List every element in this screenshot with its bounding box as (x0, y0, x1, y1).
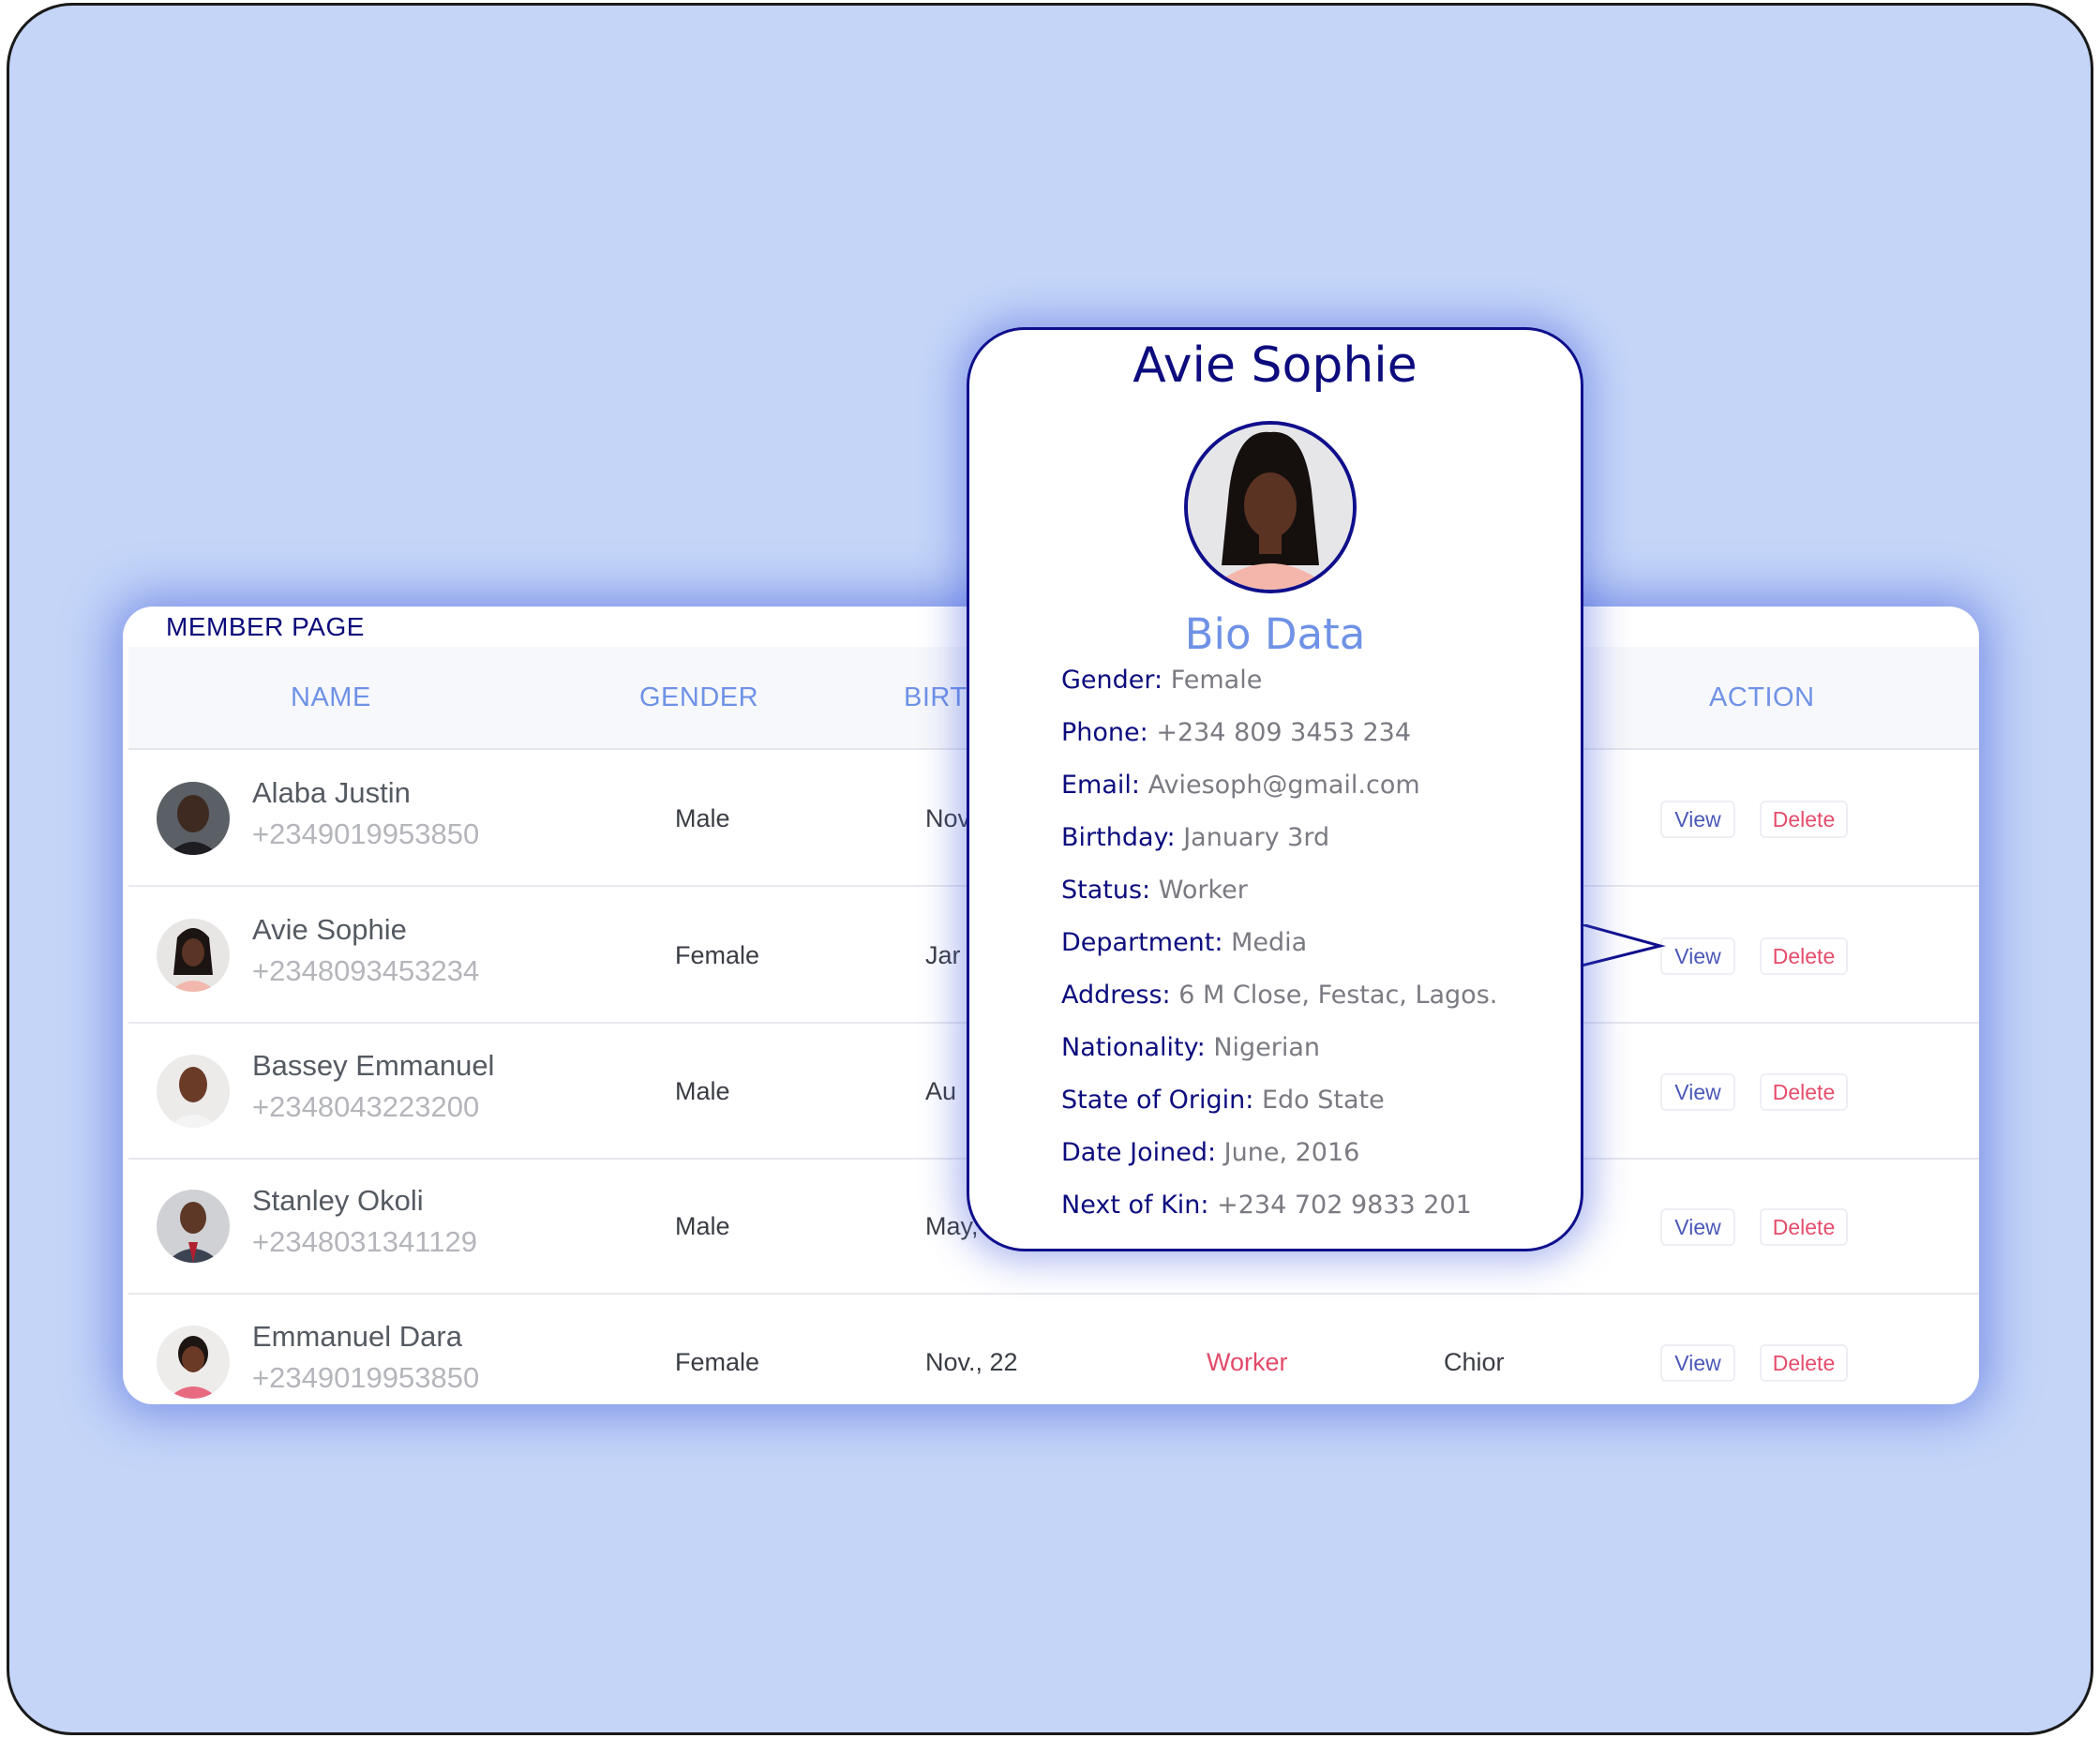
field-label: Nationality: (1061, 1033, 1206, 1062)
profile-photo (1184, 421, 1357, 593)
field-label: Department: (1061, 928, 1223, 957)
field-value: Aviesoph@gmail.com (1148, 771, 1420, 800)
bio-field-phone: Phone: +234 809 3453 234 (1061, 718, 1411, 747)
field-value: Media (1231, 928, 1308, 957)
member-status: Worker (1207, 1348, 1288, 1376)
delete-button[interactable]: Delete (1760, 801, 1848, 838)
field-label: Date Joined: (1061, 1138, 1217, 1167)
avatar (157, 1055, 230, 1128)
member-department: Chior (1444, 1348, 1505, 1376)
bio-field-email: Email: Aviesoph@gmail.com (1061, 771, 1420, 800)
member-phone: +2348093453234 (252, 954, 480, 987)
field-value: Worker (1158, 876, 1248, 905)
field-value: Female (1170, 666, 1263, 695)
member-photo-icon (157, 1055, 230, 1128)
popover-pointer (1582, 924, 1666, 967)
bio-field-birthday: Birthday: January 3rd (1061, 823, 1329, 852)
bio-field-date-joined: Date Joined: June, 2016 (1061, 1138, 1359, 1167)
member-gender: Female (675, 941, 760, 969)
avatar (157, 782, 230, 855)
field-label: Status: (1061, 876, 1151, 905)
view-button[interactable]: View (1660, 1073, 1735, 1111)
member-birthday: Jar (925, 941, 961, 969)
member-birthday: Nov (925, 804, 971, 832)
view-button[interactable]: View (1660, 801, 1735, 838)
page-title: MEMBER PAGE (166, 612, 365, 641)
field-value: January 3rd (1183, 823, 1330, 852)
delete-button[interactable]: Delete (1760, 937, 1848, 975)
member-phone: +2349019953850 (252, 1361, 480, 1394)
member-gender: Female (675, 1348, 760, 1376)
bio-field-nationality: Nationality: Nigerian (1061, 1033, 1320, 1062)
field-value: Nigerian (1213, 1033, 1321, 1062)
bio-field-next-of-kin: Next of Kin: +234 702 9833 201 (1061, 1191, 1472, 1220)
field-label: State of Origin: (1061, 1086, 1254, 1115)
field-label: Gender: (1061, 666, 1163, 695)
member-birthday: Au (925, 1077, 957, 1105)
bio-field-department: Department: Media (1061, 928, 1307, 957)
table-row[interactable]: Emmanuel Dara +2349019953850 Female Nov.… (128, 1296, 1979, 1404)
member-gender: Male (675, 1212, 730, 1240)
member-phone: +2349019953850 (252, 817, 480, 850)
member-name[interactable]: Alaba Justin (252, 776, 411, 810)
member-phone: +2348031341129 (252, 1225, 477, 1258)
field-label: Next of Kin: (1061, 1191, 1209, 1220)
member-photo-icon (157, 782, 230, 855)
bio-field-status: Status: Worker (1061, 876, 1248, 905)
delete-button[interactable]: Delete (1760, 1344, 1848, 1382)
field-value: 6 M Close, Festac, Lagos. (1178, 981, 1498, 1010)
delete-button[interactable]: Delete (1760, 1073, 1848, 1111)
column-header-name[interactable]: NAME (291, 647, 371, 748)
field-label: Address: (1061, 981, 1171, 1010)
column-header-action[interactable]: ACTION (1709, 647, 1815, 748)
view-button[interactable]: View (1660, 1208, 1735, 1246)
member-name[interactable]: Avie Sophie (252, 913, 407, 947)
member-name[interactable]: Emmanuel Dara (252, 1320, 462, 1354)
view-button[interactable]: View (1660, 1344, 1735, 1382)
bio-data-popover: Avie Sophie Bio Data Gender: Female Phon… (967, 327, 1583, 1251)
popover-title: Avie Sophie (1132, 337, 1418, 394)
avatar (157, 1326, 230, 1399)
field-value: +234 809 3453 234 (1156, 718, 1412, 747)
field-value: Edo State (1261, 1086, 1385, 1115)
member-photo-icon (157, 1190, 230, 1263)
avatar (157, 919, 230, 992)
field-label: Birthday: (1061, 823, 1176, 852)
member-photo-icon (157, 919, 230, 992)
bio-field-gender: Gender: Female (1061, 666, 1262, 695)
field-label: Email: (1061, 771, 1141, 800)
column-header-gender[interactable]: GENDER (639, 647, 758, 748)
field-label: Phone: (1061, 718, 1148, 747)
bio-field-address: Address: 6 M Close, Festac, Lagos. (1061, 981, 1497, 1010)
member-name[interactable]: Bassey Emmanuel (252, 1049, 494, 1083)
app-frame: MEMBER PAGE NAME GENDER BIRTH ACTION Ala… (7, 3, 2093, 1735)
view-button[interactable]: View (1660, 937, 1735, 975)
field-value: June, 2016 (1223, 1138, 1360, 1167)
member-photo-icon (157, 1326, 230, 1399)
bio-field-state-of-origin: State of Origin: Edo State (1061, 1086, 1385, 1115)
field-value: +234 702 9833 201 (1217, 1191, 1472, 1220)
delete-button[interactable]: Delete (1760, 1208, 1848, 1246)
member-birthday: Nov., 22 (925, 1348, 1018, 1376)
member-gender: Male (675, 1077, 730, 1105)
member-name[interactable]: Stanley Okoli (252, 1184, 424, 1218)
avatar (157, 1190, 230, 1263)
member-gender: Male (675, 804, 730, 832)
bio-data-heading: Bio Data (1184, 609, 1366, 659)
member-phone: +2348043223200 (252, 1090, 480, 1123)
profile-photo-icon (1188, 425, 1353, 590)
